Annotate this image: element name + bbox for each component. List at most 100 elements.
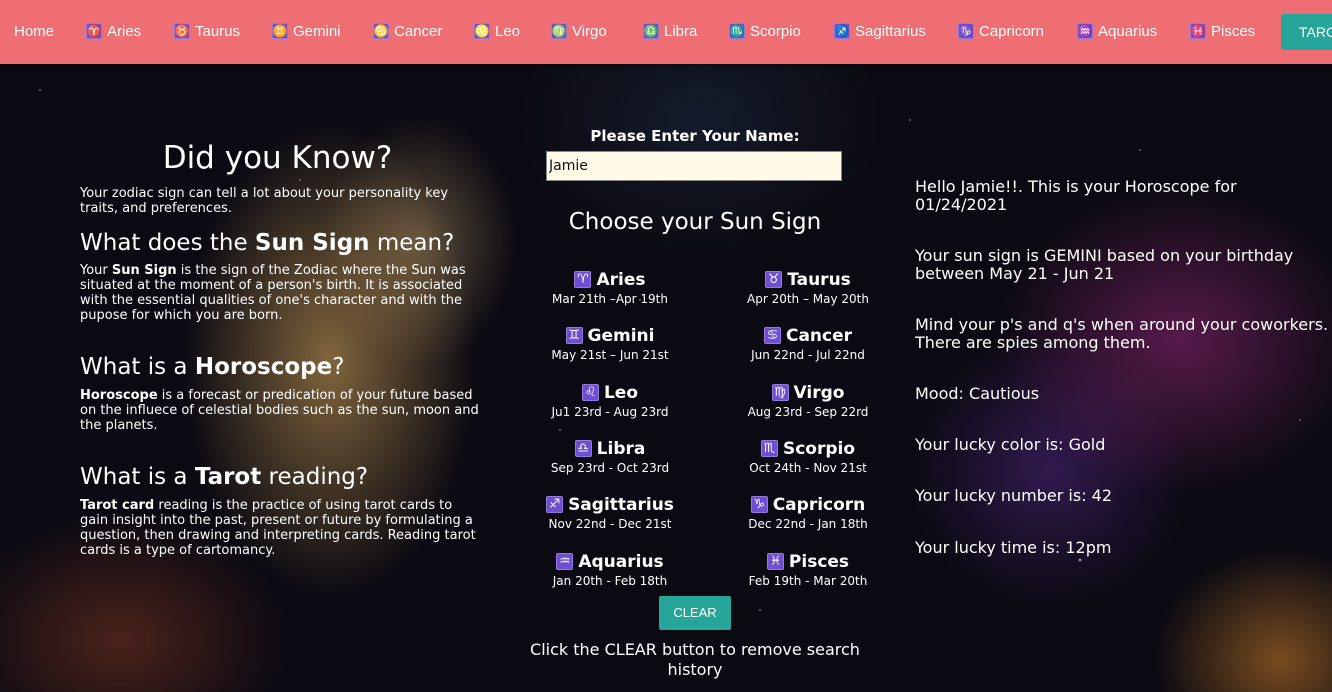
sun-sign-question: What does the Sun Sign mean? [80, 229, 480, 257]
sign-dates: Sep 23rd - Oct 23rd [550, 461, 670, 475]
clear-note: Click the CLEAR button to remove search … [530, 640, 860, 679]
nav-label: Aries [107, 23, 142, 40]
virgo-icon: ♍ [551, 23, 567, 40]
p-bold: Sun Sign [111, 263, 177, 278]
sign-aries[interactable]: ♈ Aries Mar 21th –Apr 19th [525, 269, 695, 307]
nav-taurus-link[interactable]: ♉ Taurus [174, 0, 240, 64]
sign-aquarius[interactable]: ♒ Aquarius Jan 20th - Feb 18th [525, 551, 695, 589]
sign-label: Aries [596, 270, 646, 290]
tarot-question: What is a Tarot reading? [80, 463, 480, 491]
q-bold: Tarot [194, 464, 262, 490]
sign-label: Libra [596, 439, 646, 459]
sign-label: Aquarius [578, 552, 664, 572]
aquarius-icon: ♒ [556, 552, 574, 570]
nav-label: Cancer [394, 23, 443, 40]
sun-sign-text: Your Sun Sign is the sign of the Zodiac … [80, 263, 480, 323]
sign-dates: Ju1 23rd - Aug 23rd [551, 405, 669, 419]
sign-dates: Jan 20th - Feb 18th [552, 574, 668, 588]
cancer-icon: ♋ [763, 326, 781, 344]
virgo-icon: ♍ [771, 383, 789, 401]
sign-cancer[interactable]: ♋ Cancer Jun 22nd - Jul 22nd [723, 325, 893, 363]
sign-sagittarius[interactable]: ♐ Sagittarius Nov 22nd - Dec 21st [525, 494, 695, 532]
sign-virgo[interactable]: ♍ Virgo Aug 23rd - Sep 22rd [723, 382, 893, 420]
tarot-button[interactable]: TAROT [1281, 14, 1332, 50]
sign-dates: Mar 21th –Apr 19th [551, 292, 668, 306]
sign-libra[interactable]: ♎ Libra Sep 23rd - Oct 23rd [525, 438, 695, 476]
nav-pisces-link[interactable]: ♓ Pisces [1190, 0, 1255, 64]
nav-label: Virgo [572, 23, 607, 40]
nav-label: Pisces [1211, 23, 1256, 40]
sign-selector: Please Enter Your Name: Choose your Sun … [512, 126, 878, 679]
nav-sagittarius-link[interactable]: ♐ Sagittarius [834, 0, 926, 64]
q-bold: Horoscope [194, 354, 333, 380]
sign-capricorn[interactable]: ♑ Capricorn Dec 22nd - Jan 18th [723, 494, 893, 532]
sign-label: Capricorn [772, 495, 866, 515]
libra-icon: ♎ [574, 439, 592, 457]
scorpio-icon: ♏ [760, 439, 778, 457]
name-input[interactable] [546, 151, 842, 181]
nav-capricorn-link[interactable]: ♑ Capricorn [958, 0, 1044, 64]
sign-name: ♐ Sagittarius [525, 494, 695, 516]
sign-label: Leo [603, 383, 639, 403]
sign-label: Virgo [793, 383, 845, 403]
p-text: Your [80, 263, 112, 278]
sign-leo[interactable]: ♌ Leo Ju1 23rd - Aug 23rd [525, 382, 695, 420]
sign-scorpio[interactable]: ♏ Scorpio Oct 24th - Nov 21st [723, 438, 893, 476]
nav-gemini-link[interactable]: ♊ Gemini [272, 0, 341, 64]
sign-dates: Aug 23rd - Sep 22rd [747, 405, 869, 419]
top-navbar: Home ♈ Aries ♉ Taurus ♊ Gemini ♋ Cancer ♌ Leo… [0, 0, 1332, 64]
sign-taurus[interactable]: ♉ Taurus Apr 20th – May 20th [723, 269, 893, 307]
sign-label: Scorpio [782, 439, 856, 459]
aquarius-icon: ♒ [1077, 23, 1093, 40]
nav-aries-link[interactable]: ♈ Aries [86, 0, 141, 64]
libra-icon: ♎ [643, 23, 659, 40]
sign-name: ♌ Leo [525, 382, 695, 404]
tarot-text: Tarot card reading is the practice of us… [80, 498, 480, 558]
nav-cancer-link[interactable]: ♋ Cancer [373, 0, 442, 64]
sign-name: ♑ Capricorn [723, 494, 893, 516]
sign-label: Cancer [785, 326, 853, 346]
sign-name: ♓ Pisces [723, 551, 893, 573]
sign-dates: Feb 19th - Mar 20th [748, 574, 868, 588]
nav-aquarius-link[interactable]: ♒ Aquarius [1077, 0, 1157, 64]
taurus-icon: ♉ [174, 23, 190, 40]
q-text: What does the [80, 230, 255, 256]
aries-icon: ♈ [86, 23, 102, 40]
sign-pisces[interactable]: ♓ Pisces Feb 19th - Mar 20th [723, 551, 893, 589]
q-text: What is a [80, 354, 195, 380]
sign-label: Sagittarius [568, 495, 674, 515]
sign-gemini[interactable]: ♊ Gemini May 21st – Jun 21st [525, 325, 695, 363]
sign-dates: Dec 22nd - Jan 18th [748, 517, 868, 531]
cancer-icon: ♋ [373, 23, 389, 40]
sign-name: ♒ Aquarius [525, 551, 695, 573]
lucky-color-text: Your lucky color is: Gold [915, 435, 1106, 454]
sign-dates: Apr 20th – May 20th [747, 292, 869, 306]
nav-libra-link[interactable]: ♎ Libra [643, 0, 697, 64]
nav-label: Capricorn [979, 23, 1045, 40]
sign-label: Pisces [788, 552, 850, 572]
nav-scorpio-link[interactable]: ♏ Scorpio [729, 0, 801, 64]
sagittarius-icon: ♐ [834, 23, 850, 40]
sign-dates: Nov 22nd - Dec 21st [548, 517, 672, 531]
nav-leo-link[interactable]: ♌ Leo [474, 0, 520, 64]
choose-sign-heading: Choose your Sun Sign [568, 209, 822, 235]
sign-dates: May 21st – Jun 21st [551, 348, 669, 362]
q-bold: Sun Sign [254, 230, 370, 256]
sign-name: ♈ Aries [525, 269, 695, 291]
capricorn-icon: ♑ [750, 495, 768, 513]
sign-name: ♉ Taurus [723, 269, 893, 291]
sign-name: ♊ Gemini [525, 325, 695, 347]
did-you-know-heading: Did you Know? [162, 140, 393, 176]
q-text: ? [332, 354, 345, 380]
intro-text: Your zodiac sign can tell a lot about yo… [80, 186, 449, 216]
clear-button[interactable]: CLEAR [659, 596, 731, 630]
pisces-icon: ♓ [1190, 23, 1206, 40]
q-text: reading? [261, 464, 369, 490]
nav-home-link[interactable]: Home [14, 0, 54, 64]
p-bold: Tarot card [80, 498, 155, 513]
nav-label: Taurus [195, 23, 241, 40]
nav-label: Libra [664, 23, 698, 40]
lucky-number-text: Your lucky number is: 42 [915, 486, 1113, 505]
info-column: Did you Know? Your zodiac sign can tell … [80, 140, 480, 558]
nav-virgo-link[interactable]: ♍ Virgo [551, 0, 607, 64]
